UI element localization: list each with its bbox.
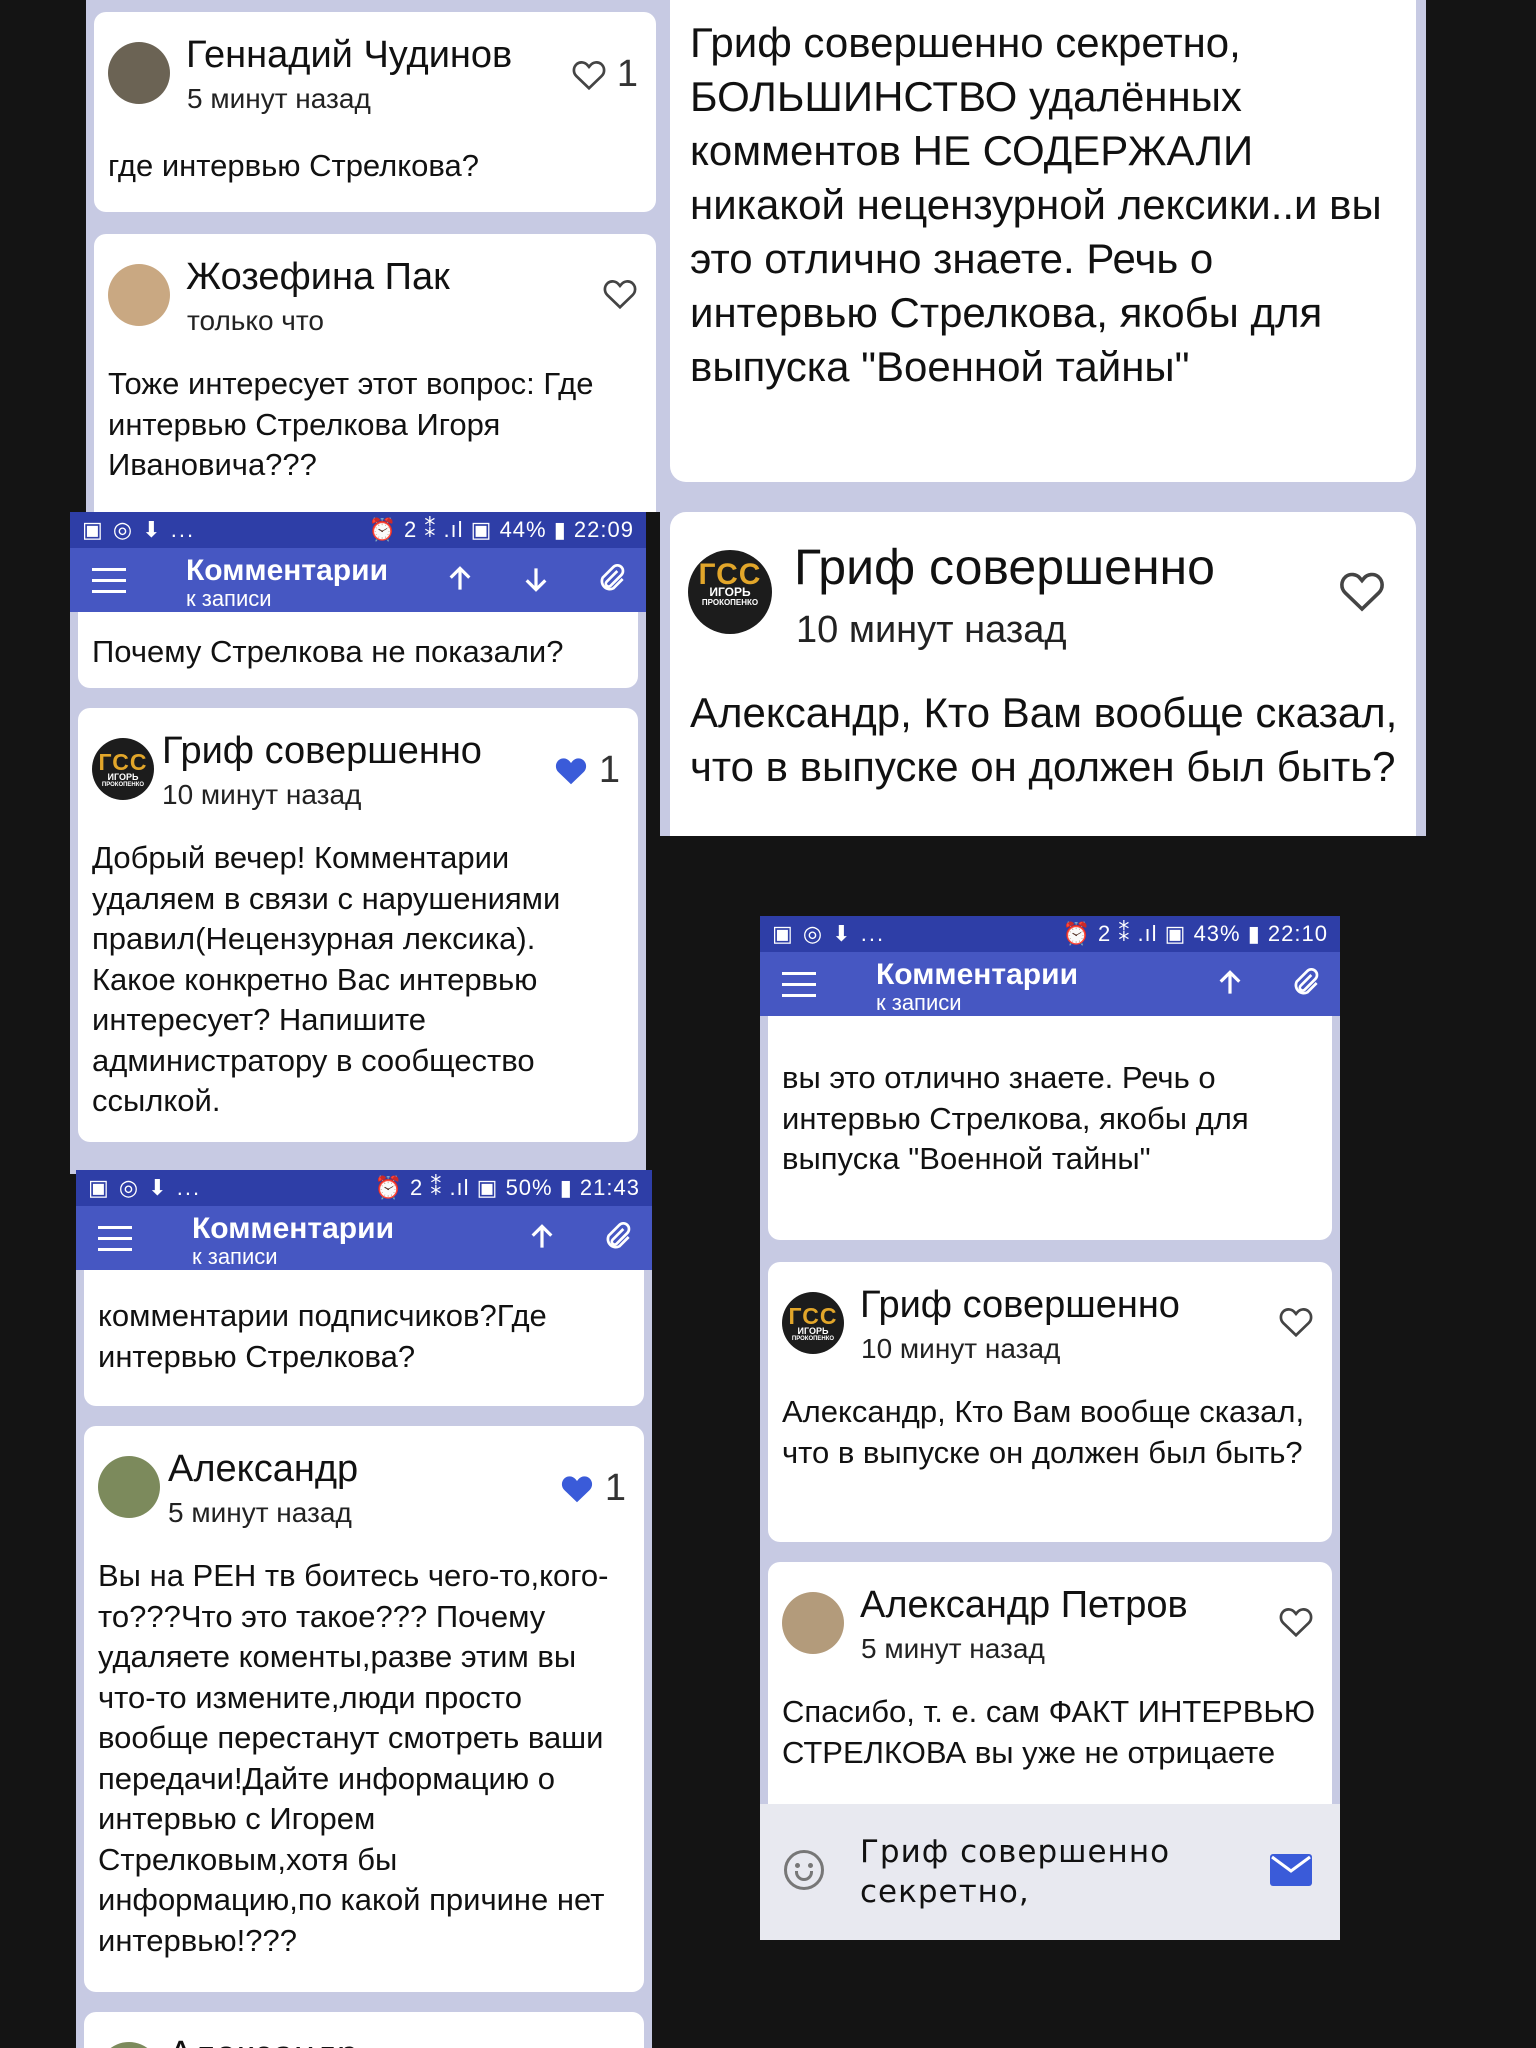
comment-card: Александр 5 минут назад 1 Вы на РЕН тв б…	[84, 1426, 644, 1992]
comment-text: Тоже интересует этот вопрос: Где интервь…	[108, 366, 594, 482]
avatar[interactable]	[782, 1592, 844, 1654]
comment-time: 5 минут назад	[861, 1633, 1045, 1664]
comment-card: Гриф совершенно секретно, БОЛЬШИНСТВО уд…	[670, 0, 1416, 482]
avatar[interactable]	[108, 42, 170, 104]
comment-text: Гриф совершенно секретно, БОЛЬШИНСТВО уд…	[690, 19, 1382, 390]
comment-card: Александр Петров 5 минут назад Спасибо, …	[768, 1562, 1332, 1816]
comment-text: Александр, Кто Вам вообще сказал, что в …	[690, 689, 1398, 790]
like-button[interactable]	[1338, 568, 1386, 612]
avatar[interactable]	[98, 2042, 160, 2048]
screenshot-bottom-left: комментарии подписчиков?Где интервью Стр…	[76, 1170, 652, 2048]
like-count: 1	[604, 1467, 626, 1509]
comment-input-bar: Гриф совершенно секретно,	[760, 1804, 1340, 1940]
arrow-down-icon[interactable]	[520, 562, 552, 598]
heart-outline-icon	[571, 57, 607, 91]
comment-text: Добрый вечер! Комментарии удаляем в связ…	[92, 840, 561, 1118]
status-bar: ▣ ◎ ⬇ ... ⏰ 2 ⁑ .ıl ▣ 43% ▮ 22:10	[760, 916, 1340, 952]
like-button[interactable]: 1	[559, 1468, 626, 1508]
comment-time: 5 минут назад	[187, 83, 371, 114]
heart-outline-icon	[1338, 568, 1386, 612]
like-button[interactable]: 1	[571, 54, 638, 94]
page-title: Комментарии	[192, 1212, 395, 1245]
comment-card: Геннадий Чудинов 5 минут назад 1 где инт…	[94, 12, 656, 212]
app-bar: Комментарии к записи	[760, 952, 1340, 1016]
menu-icon[interactable]	[782, 972, 816, 998]
arrow-up-icon[interactable]	[526, 1220, 558, 1256]
like-count: 1	[616, 53, 638, 95]
screenshot-top-right: Гриф совершенно секретно, БОЛЬШИНСТВО уд…	[660, 0, 1426, 836]
comment-author[interactable]: Геннадий Чудинов	[186, 32, 512, 78]
page-subtitle: к записи	[186, 586, 272, 611]
comment-author[interactable]: Жозефина Пак	[186, 254, 450, 300]
comment-time: 10 минут назад	[861, 1333, 1061, 1364]
screenshot-middle-left: Почему Стрелкова не показали? ▣ ◎ ⬇ ... …	[70, 512, 646, 1174]
comment-time: 10 минут назад	[162, 779, 362, 810]
avatar[interactable]	[108, 264, 170, 326]
heart-filled-icon	[553, 753, 589, 787]
status-bar: ▣ ◎ ⬇ ... ⏰ 2 ⁑ .ıl ▣ 50% ▮ 21:43	[76, 1170, 652, 1206]
avatar[interactable]	[98, 1456, 160, 1518]
comment-text: Почему Стрелкова не показали?	[92, 634, 564, 669]
comment-text: Александр, Кто Вам вообще сказал, что в …	[782, 1394, 1305, 1470]
page-title: Комментарии	[876, 958, 1079, 991]
comment-text: где интервью Стрелкова?	[108, 148, 479, 183]
comment-author[interactable]: Гриф совершенно	[794, 538, 1215, 596]
like-button[interactable]	[1278, 1304, 1314, 1338]
comment-time: только что	[187, 305, 324, 336]
heart-outline-icon	[1278, 1604, 1314, 1638]
comment-card: Александр	[84, 2012, 644, 2048]
menu-icon[interactable]	[98, 1226, 132, 1252]
avatar[interactable]: ГСС ИГОРЬ ПРОКОПЕНКО	[782, 1292, 844, 1354]
page-subtitle: к записи	[876, 990, 962, 1015]
comment-author[interactable]: Гриф совершенно	[162, 728, 482, 774]
app-bar: Комментарии к записи	[76, 1206, 652, 1270]
send-icon[interactable]	[1270, 1854, 1312, 1886]
comment-card: ГСС ИГОРЬ ПРОКОПЕНКО Гриф совершенно 10 …	[670, 512, 1416, 836]
comment-card: ГСС ИГОРЬ ПРОКОПЕНКО Гриф совершенно 10 …	[768, 1262, 1332, 1542]
avatar[interactable]: ГСС ИГОРЬ ПРОКОПЕНКО	[688, 550, 772, 634]
comment-card: ГСС ИГОРЬ ПРОКОПЕНКО Гриф совершенно 10 …	[78, 708, 638, 1142]
comment-text: вы это отлично знаете. Речь о интервью С…	[782, 1060, 1249, 1176]
comment-input[interactable]: Гриф совершенно секретно,	[860, 1832, 1200, 1912]
screenshot-top-left: Геннадий Чудинов 5 минут назад 1 где инт…	[86, 0, 664, 512]
heart-outline-icon	[1278, 1304, 1314, 1338]
comment-time: 5 минут назад	[168, 1497, 352, 1528]
attachment-icon[interactable]	[596, 562, 628, 598]
status-bar: ▣ ◎ ⬇ ... ⏰ 2 ⁑ .ıl ▣ 44% ▮ 22:09	[70, 512, 646, 548]
heart-outline-icon	[602, 276, 638, 310]
attachment-icon[interactable]	[1290, 966, 1322, 1002]
like-button[interactable]: 1	[553, 750, 620, 790]
like-button[interactable]	[602, 276, 638, 310]
comment-author[interactable]: Александр	[168, 2032, 358, 2048]
page-title: Комментарии	[186, 554, 389, 587]
page-subtitle: к записи	[192, 1244, 278, 1269]
arrow-up-icon[interactable]	[444, 562, 476, 598]
like-button[interactable]	[1278, 1604, 1314, 1638]
app-bar: Комментарии к записи	[70, 548, 646, 612]
like-count: 1	[598, 749, 620, 791]
comment-author[interactable]: Александр Петров	[860, 1582, 1188, 1628]
comment-text: комментарии подписчиков?Где интервью Стр…	[98, 1298, 547, 1374]
comment-text: Спасибо, т. е. сам ФАКТ ИНТЕРВЬЮ СТРЕЛКО…	[782, 1694, 1316, 1770]
comment-card: Жозефина Пак только что Тоже интересует …	[94, 234, 656, 512]
comment-time: 10 минут назад	[796, 609, 1067, 651]
avatar[interactable]: ГСС ИГОРЬ ПРОКОПЕНКО	[92, 738, 154, 800]
comment-author[interactable]: Гриф совершенно	[860, 1282, 1180, 1328]
heart-filled-icon	[559, 1471, 595, 1505]
menu-icon[interactable]	[92, 568, 126, 594]
arrow-up-icon[interactable]	[1214, 966, 1246, 1002]
emoji-icon[interactable]	[784, 1850, 824, 1890]
comment-text: Вы на РЕН тв боитесь чего-то,кого-то???Ч…	[98, 1558, 609, 1958]
comment-author[interactable]: Александр	[168, 1446, 358, 1492]
screenshot-right: вы это отлично знаете. Речь о интервью С…	[760, 916, 1340, 1940]
attachment-icon[interactable]	[602, 1220, 634, 1256]
